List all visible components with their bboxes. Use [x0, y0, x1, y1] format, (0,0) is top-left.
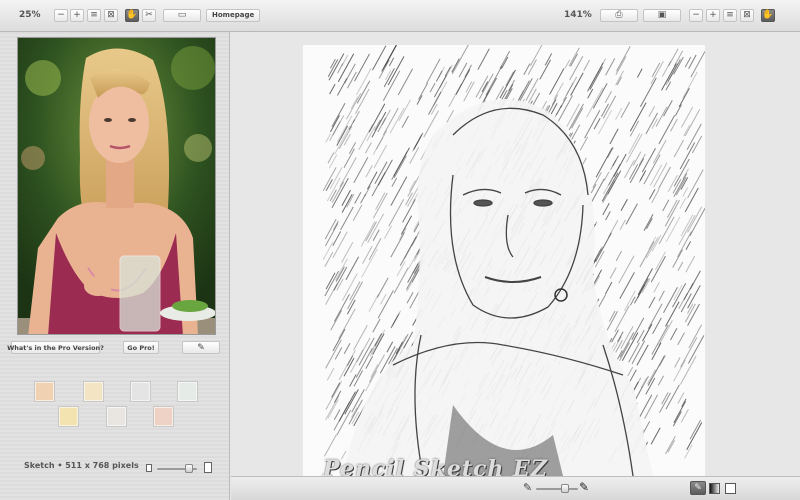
swatch-mint-paper[interactable] — [177, 381, 198, 402]
zoom-in-icon: + — [709, 10, 717, 20]
hand-tool-button[interactable]: ✋ — [125, 9, 139, 22]
pencil-slider-track[interactable] — [536, 488, 578, 490]
large-size-icon — [204, 462, 212, 473]
hand-tool-icon: ✋ — [762, 10, 774, 20]
crop-button[interactable]: ✂ — [142, 9, 156, 22]
sketch-canvas[interactable]: Pencil Sketch EZ — [231, 32, 800, 476]
sketch-view-icon: ✎ — [694, 482, 702, 493]
zoom-in-icon: + — [73, 10, 81, 20]
homepage-button[interactable]: Homepage — [206, 9, 261, 22]
zoom-out-icon: − — [692, 10, 700, 20]
save-button[interactable]: ▣ — [643, 9, 681, 22]
top-toolbar: 25% − + ≡ ⊠ ✋ ✂ ▭ Homepage 141% ⎙ ▣ − + … — [0, 0, 800, 32]
pencil-sketch-image — [303, 45, 705, 476]
swatch-gray-texture-paper[interactable] — [130, 381, 151, 402]
zoom-in-button-right[interactable]: + — [706, 9, 720, 22]
zoom-out-button[interactable]: − — [54, 9, 68, 22]
hand-tool-button-right[interactable]: ✋ — [761, 9, 775, 22]
image-status: Sketch • 511 x 768 pixels — [24, 461, 139, 470]
swatch-peach-paper[interactable] — [34, 381, 55, 402]
white-view-button[interactable] — [725, 483, 736, 494]
sketch-view-button[interactable]: ✎ — [690, 481, 706, 495]
print-icon: ⎙ — [615, 10, 623, 20]
swatch-yellow-paper[interactable] — [58, 406, 79, 427]
small-size-icon — [146, 464, 152, 472]
open-button[interactable]: ▭ — [163, 9, 201, 22]
fit-button-right[interactable]: ≡ — [723, 9, 737, 22]
pencil-slider-thumb[interactable] — [561, 484, 570, 493]
source-photo-image — [18, 38, 215, 334]
source-photo — [17, 37, 216, 335]
edit-button[interactable]: ✎ — [182, 341, 220, 354]
pencil-dark-icon: ✎ — [579, 480, 590, 494]
fit-icon: ≡ — [90, 10, 98, 20]
left-zoom-level: 25% — [19, 10, 41, 20]
swatch-rose-paper[interactable] — [153, 406, 174, 427]
zoom-out-button-right[interactable]: − — [689, 9, 703, 22]
fit-button[interactable]: ≡ — [87, 9, 101, 22]
gradient-view-button[interactable] — [709, 483, 720, 494]
watermark-text: Pencil Sketch EZ — [323, 456, 548, 476]
crop-icon: ✂ — [145, 10, 153, 20]
zoom-in-button[interactable]: + — [70, 9, 84, 22]
bottom-bar: ✎ ✎ ✎ — [231, 476, 800, 500]
pro-version-button[interactable]: What's in the Pro Version? — [7, 341, 104, 354]
save-icon: ▣ — [657, 10, 667, 20]
sketch-output: Pencil Sketch EZ — [303, 45, 705, 476]
hand-tool-icon: ✋ — [126, 10, 138, 20]
actual-size-icon: ⊠ — [107, 10, 115, 20]
fit-icon: ≡ — [726, 10, 734, 20]
left-panel: What's in the Pro Version? Go Pro! ✎ Ske… — [0, 32, 230, 500]
pencil-light-icon: ✎ — [523, 481, 533, 494]
zoom-out-icon: − — [57, 10, 65, 20]
go-pro-button[interactable]: Go Pro! — [123, 341, 159, 354]
actual-size-button-right[interactable]: ⊠ — [740, 9, 754, 22]
swatch-cream-paper[interactable] — [83, 381, 104, 402]
size-slider-thumb[interactable] — [185, 464, 193, 473]
actual-size-button[interactable]: ⊠ — [104, 9, 118, 22]
open-folder-icon: ▭ — [177, 10, 187, 20]
actual-size-icon: ⊠ — [743, 10, 751, 20]
swatch-light-gray-paper[interactable] — [106, 406, 127, 427]
pencil-icon: ✎ — [197, 342, 205, 353]
right-zoom-level: 141% — [564, 10, 592, 20]
print-button[interactable]: ⎙ — [600, 9, 638, 22]
